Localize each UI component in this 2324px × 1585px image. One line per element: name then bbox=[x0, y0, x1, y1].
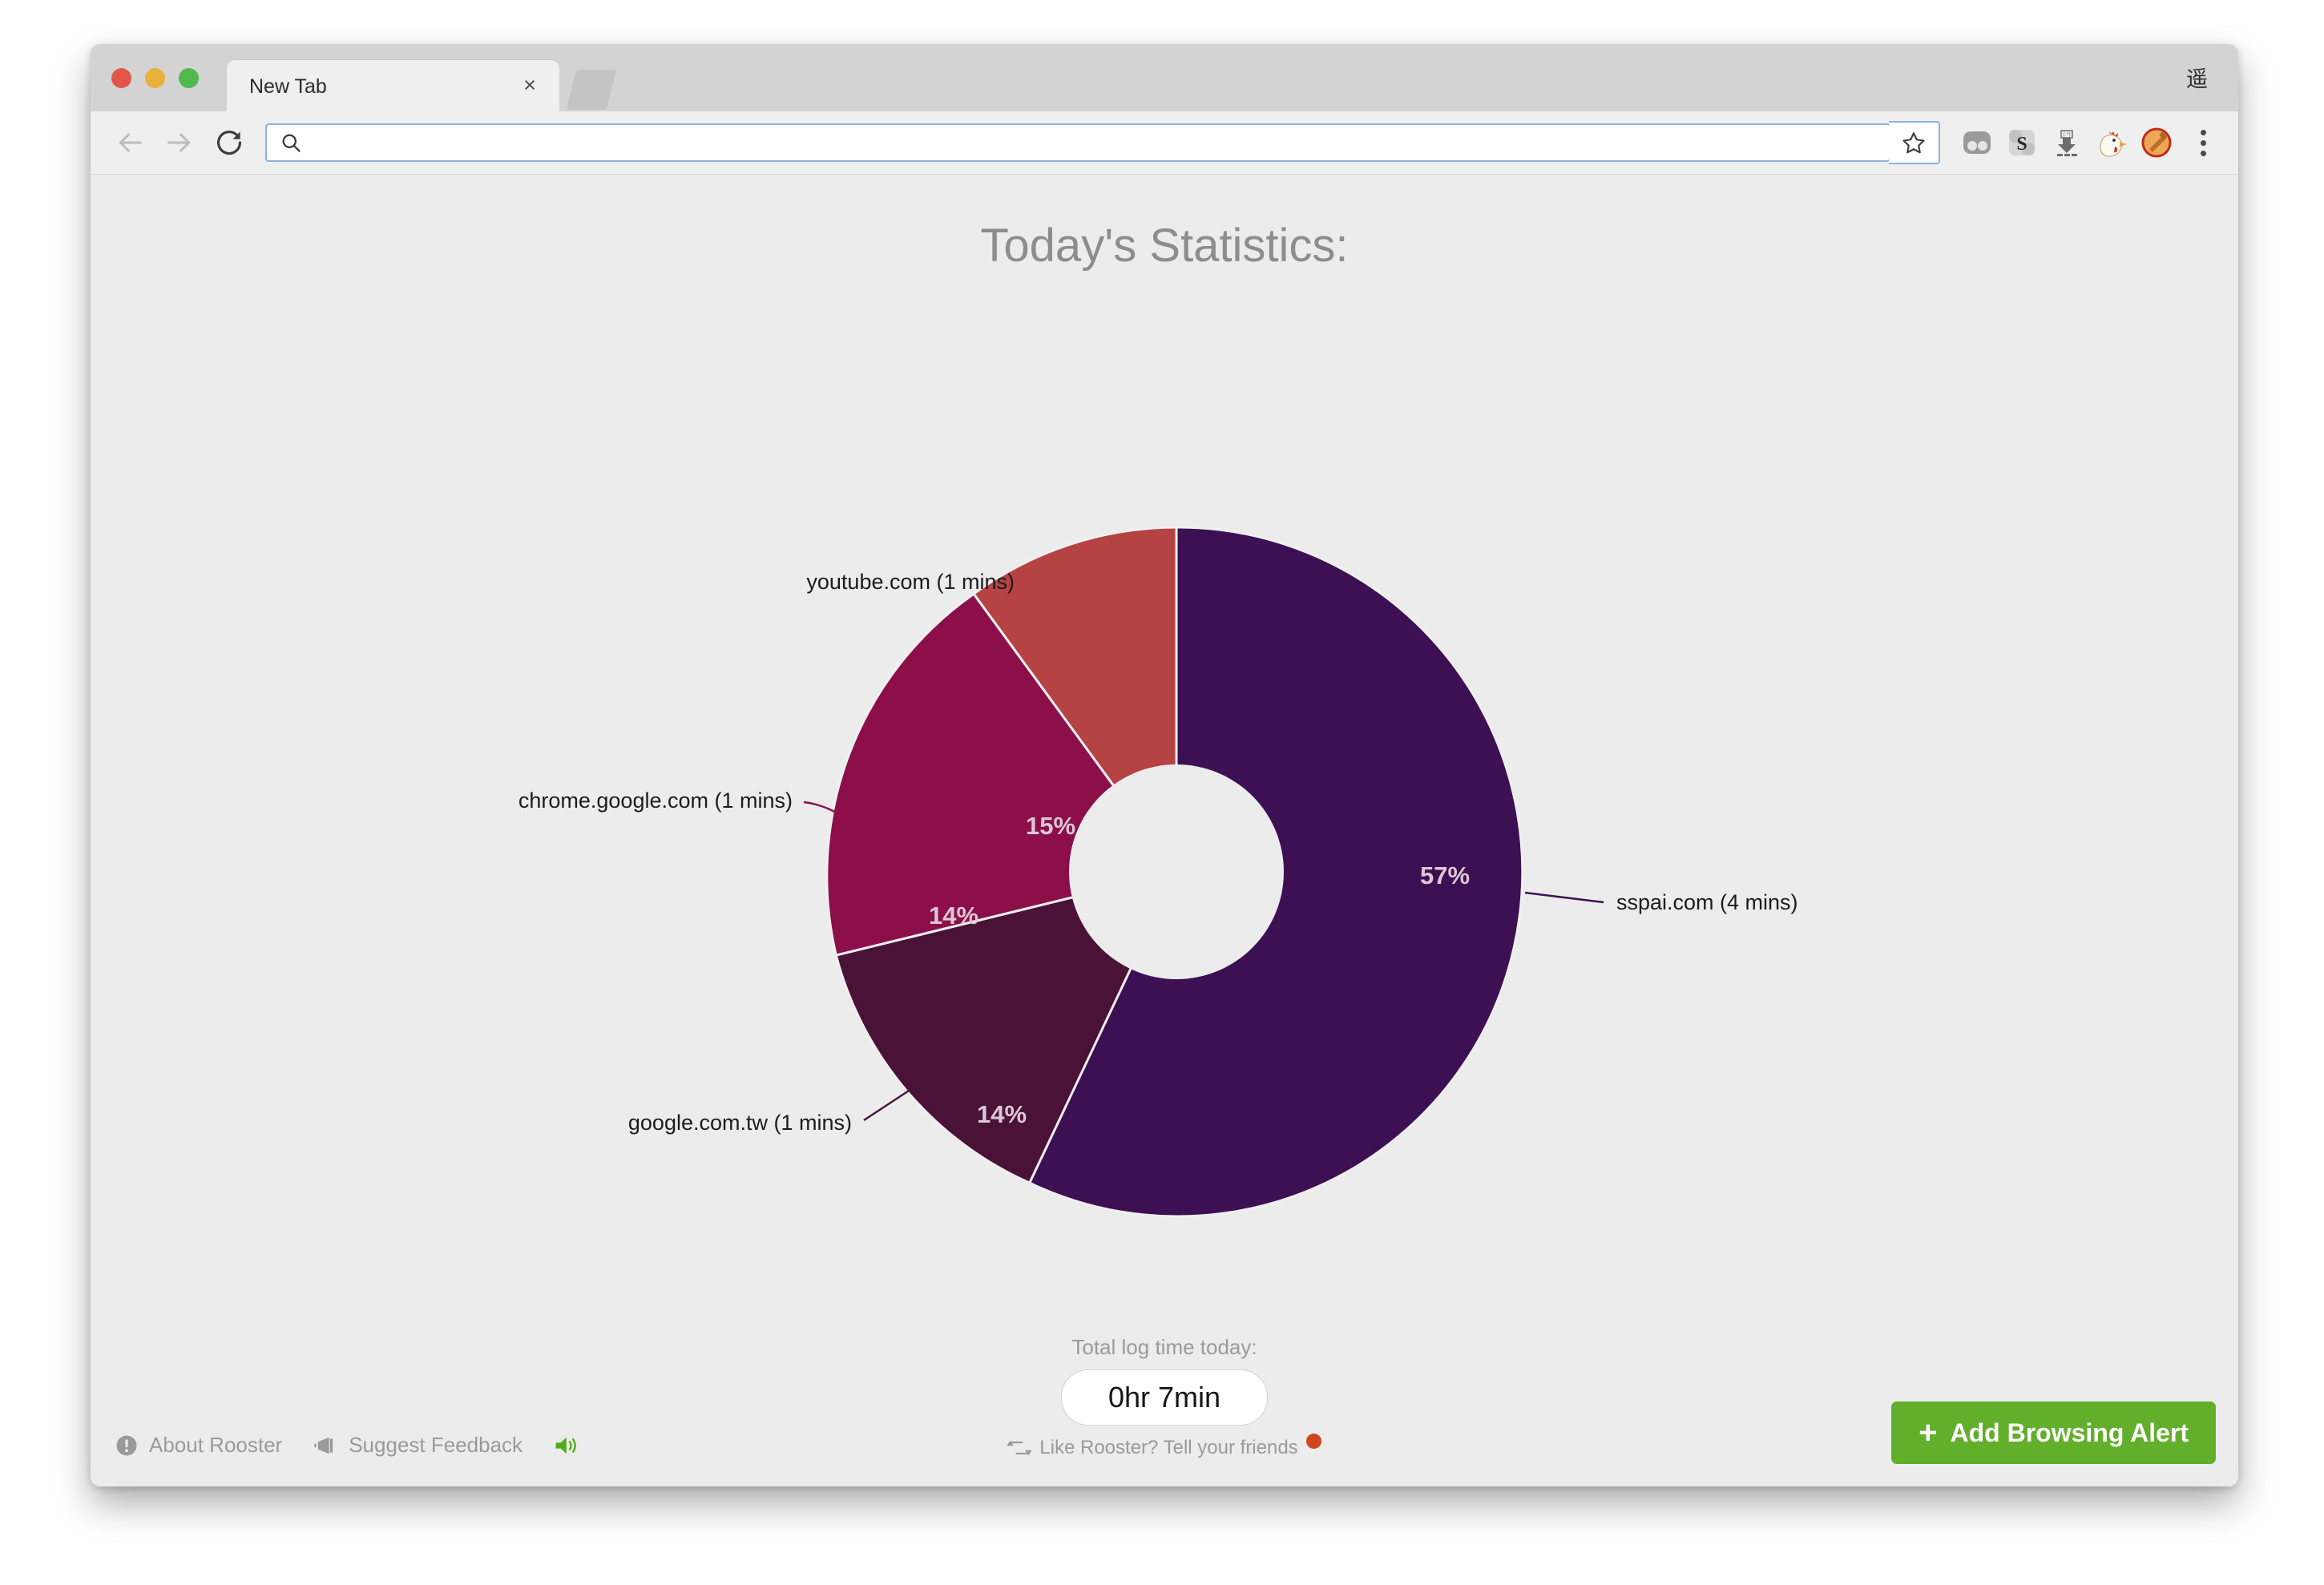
arrow-left-icon[interactable] bbox=[105, 118, 155, 167]
donut-hole bbox=[1069, 764, 1284, 979]
total-time-value: 0hr 7min bbox=[1060, 1369, 1269, 1426]
callout-label-youtube: youtube.com (1 mins) bbox=[806, 570, 1015, 594]
megaphone-icon bbox=[313, 1434, 338, 1457]
tab-title: New Tab bbox=[249, 75, 327, 98]
close-tab-icon[interactable]: × bbox=[518, 73, 542, 97]
arrow-right-icon[interactable] bbox=[155, 118, 204, 167]
callout-label-chrome-google: chrome.google.com (1 mins) bbox=[518, 788, 793, 813]
new-tab-button[interactable] bbox=[566, 70, 617, 110]
add-browsing-alert-button[interactable]: + Add Browsing Alert bbox=[1891, 1401, 2216, 1464]
window-profile-glyph: 遥 bbox=[2186, 67, 2208, 92]
sound-toggle[interactable] bbox=[553, 1434, 582, 1458]
reload-icon[interactable] bbox=[204, 118, 254, 167]
slice-value-chrome-google: 14% bbox=[929, 901, 978, 930]
close-window-button[interactable] bbox=[111, 68, 131, 88]
address-input[interactable] bbox=[313, 126, 1889, 159]
share-link[interactable]: Like Rooster? Tell your friends bbox=[916, 1434, 1413, 1459]
slice-value-google-tw: 14% bbox=[977, 1100, 1027, 1128]
callout-line-sspai bbox=[1524, 891, 1604, 904]
info-icon bbox=[115, 1434, 139, 1458]
total-time-section: Total log time today: 0hr 7min Like Roos… bbox=[916, 1335, 1413, 1459]
about-rooster-label: About Rooster bbox=[149, 1433, 283, 1457]
window-controls bbox=[111, 68, 199, 88]
hammer-extension-icon[interactable] bbox=[2134, 120, 2179, 165]
search-icon bbox=[280, 131, 302, 154]
share-notification-dot bbox=[1305, 1434, 1321, 1449]
callout-label-sspai: sspai.com (4 mins) bbox=[1616, 890, 1798, 914]
tab-strip: New Tab × 遥 bbox=[91, 44, 2238, 111]
svg-text:S: S bbox=[2016, 134, 2027, 155]
slice-value-sspai: 57% bbox=[1420, 861, 1470, 889]
browser-tab[interactable]: New Tab × bbox=[227, 60, 559, 111]
share-text: Like Rooster? Tell your friends bbox=[1039, 1437, 1298, 1458]
minimize-window-button[interactable] bbox=[145, 68, 165, 88]
download-extension-icon[interactable]: (.*) bbox=[2044, 120, 2089, 165]
s-extension-icon[interactable]: S bbox=[1999, 120, 2044, 165]
retweet-icon bbox=[1007, 1438, 1032, 1458]
statistics-donut-chart: 57% 14% 14% 15% youtube.com (1 mins) chr… bbox=[91, 271, 2238, 1329]
plus-icon: + bbox=[1919, 1415, 1938, 1450]
browser-window: New Tab × 遥 S (.*) Today's Statistics: 5… bbox=[91, 44, 2238, 1486]
page-title: Today's Statistics: bbox=[980, 220, 1349, 272]
address-bar[interactable] bbox=[265, 123, 1890, 162]
page-content: Today's Statistics: 57% 14% 14% 15% yout… bbox=[91, 175, 2238, 1486]
donut-chart-svg: 57% 14% 14% 15% youtube.com (1 mins) chr… bbox=[518, 526, 1798, 1218]
slice-value-youtube: 15% bbox=[1026, 812, 1075, 840]
suggest-feedback-label: Suggest Feedback bbox=[349, 1433, 523, 1457]
rooster-extension-icon[interactable] bbox=[2089, 120, 2134, 165]
add-browsing-alert-label: Add Browsing Alert bbox=[1950, 1418, 2189, 1447]
star-icon[interactable] bbox=[1889, 121, 1940, 164]
callout-label-google-tw: google.com.tw (1 mins) bbox=[628, 1111, 852, 1135]
maximize-window-button[interactable] bbox=[179, 68, 199, 88]
two-dots-extension-icon[interactable] bbox=[1955, 120, 1999, 165]
three-dots-menu-icon[interactable] bbox=[2179, 120, 2227, 165]
speaker-on-icon bbox=[553, 1434, 582, 1458]
svg-text:(.*): (.*) bbox=[2063, 132, 2070, 138]
browser-toolbar: S (.*) bbox=[91, 111, 2238, 175]
suggest-feedback-link[interactable]: Suggest Feedback bbox=[313, 1433, 522, 1458]
total-time-label: Total log time today: bbox=[1071, 1335, 1257, 1359]
about-rooster-link[interactable]: About Rooster bbox=[115, 1433, 282, 1458]
footer-links: About Rooster Suggest Feedback bbox=[115, 1433, 582, 1458]
